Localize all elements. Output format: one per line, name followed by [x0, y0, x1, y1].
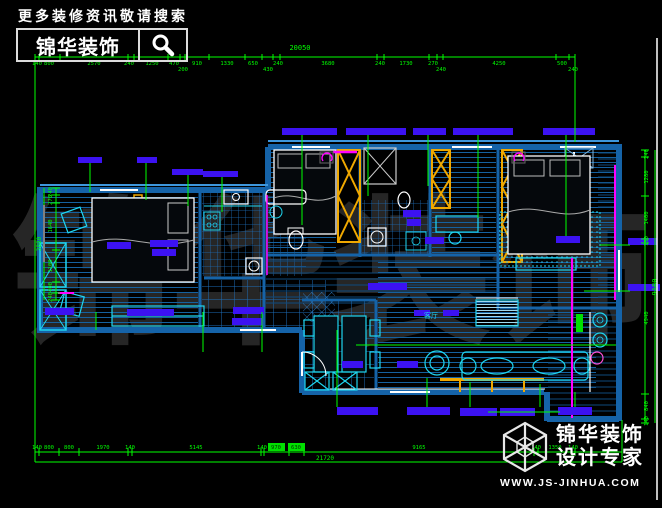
magnifier-icon — [151, 33, 175, 57]
svg-text:140: 140 — [125, 445, 135, 451]
dim-bottom-total: 21720 — [316, 455, 334, 462]
svg-text:1280: 1280 — [644, 170, 650, 183]
svg-text:240: 240 — [273, 61, 283, 67]
svg-text:1400: 1400 — [644, 211, 650, 224]
cad-screenshot: 锦华装饰 — [0, 0, 662, 508]
svg-text:240: 240 — [48, 292, 54, 302]
dim-top-total: 20050 — [289, 44, 310, 52]
dim-right-total: 9180 — [651, 279, 659, 296]
svg-text:1730: 1730 — [399, 61, 412, 67]
footer-brand-subtitle: 设计专家 — [556, 447, 644, 470]
svg-text:400: 400 — [48, 282, 54, 292]
svg-text:240: 240 — [644, 149, 650, 159]
svg-text:430: 430 — [263, 67, 273, 73]
footer-website: WWW.JS-JINHUA.COM — [500, 477, 662, 489]
svg-text:800: 800 — [44, 445, 54, 451]
header-tagline: 更多装修资讯敬请搜索 — [18, 6, 188, 26]
svg-text:500: 500 — [557, 61, 567, 67]
svg-text:800: 800 — [64, 445, 74, 451]
cube-logo-icon — [500, 420, 550, 474]
svg-text:3680: 3680 — [321, 61, 334, 67]
header-brand-name: 锦华装饰 — [18, 30, 140, 60]
dim-left-total: 3880 — [36, 236, 43, 251]
svg-text:140: 140 — [257, 445, 267, 451]
svg-text:1970: 1970 — [96, 445, 109, 451]
svg-text:9165: 9165 — [412, 445, 425, 451]
svg-text:970: 970 — [271, 445, 281, 451]
svg-text:4940: 4940 — [644, 311, 650, 324]
svg-text:1640: 1640 — [48, 219, 54, 232]
svg-text:910: 910 — [192, 61, 202, 67]
svg-text:1100: 1100 — [48, 259, 54, 272]
svg-text:240: 240 — [568, 67, 578, 73]
svg-text:240: 240 — [436, 67, 446, 73]
svg-text:4250: 4250 — [492, 61, 505, 67]
svg-text:140: 140 — [32, 445, 42, 451]
search-cell — [140, 30, 186, 60]
svg-text:1330: 1330 — [220, 61, 233, 67]
svg-text:5145: 5145 — [189, 445, 202, 451]
room-label-living: 客厅 — [424, 311, 438, 320]
header-brand-box: 锦华装饰 — [16, 28, 188, 62]
footer-brand-name: 锦华装饰 — [556, 424, 644, 447]
svg-text:650: 650 — [248, 61, 258, 67]
svg-text:150: 150 — [644, 236, 650, 246]
svg-text:630: 630 — [291, 445, 301, 451]
svg-text:270: 270 — [48, 195, 54, 205]
svg-text:200: 200 — [178, 67, 188, 73]
footer-logo: 锦华装饰 设计专家 WWW.JS-JINHUA.COM — [500, 420, 662, 489]
svg-text:240: 240 — [375, 61, 385, 67]
svg-text:840: 840 — [644, 401, 650, 411]
